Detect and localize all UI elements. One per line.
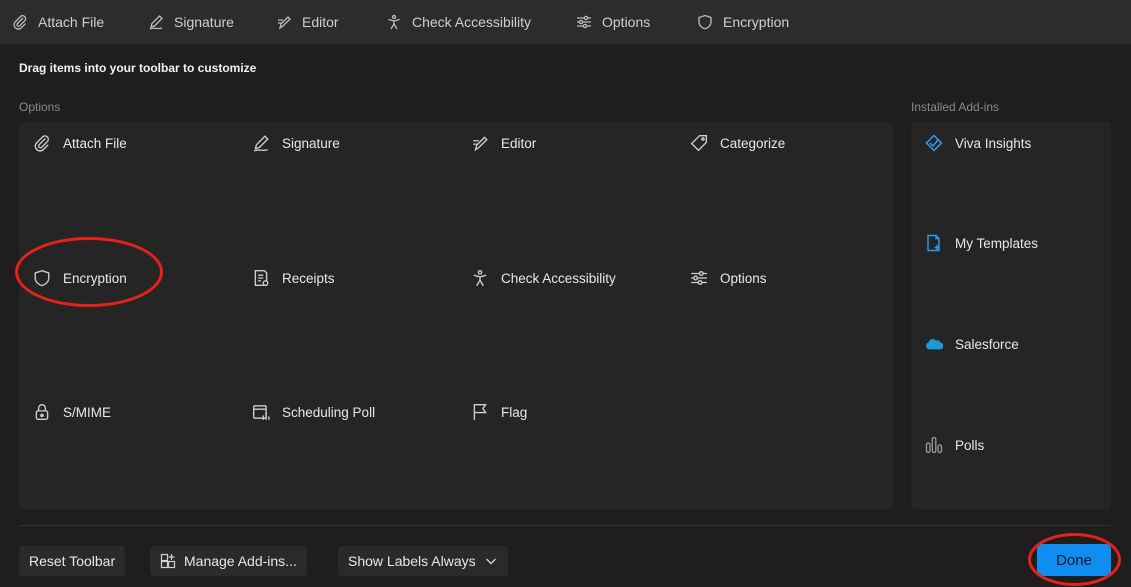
addins-heading: Installed Add-ins <box>911 100 1000 114</box>
option-label: Signature <box>282 135 340 151</box>
lock-icon <box>35 404 49 420</box>
paperclip-icon <box>34 135 49 152</box>
option-smime[interactable]: S/MIME <box>33 403 111 421</box>
chevron-down-icon <box>485 558 496 565</box>
option-label: Encryption <box>63 270 127 286</box>
addin-label: Viva Insights <box>955 135 1032 151</box>
option-signature[interactable]: Signature <box>252 134 340 152</box>
editor-icon <box>473 136 488 152</box>
option-label: Receipts <box>282 270 335 286</box>
done-button[interactable]: Done <box>1037 544 1111 576</box>
pen-icon <box>149 15 163 30</box>
options-heading: Options <box>19 100 61 114</box>
toolbar-check-accessibility[interactable]: Check Accessibility <box>386 0 531 44</box>
toolbar-item-label: Attach File <box>38 14 105 30</box>
option-label: Check Accessibility <box>501 270 616 286</box>
addin-polls[interactable]: Polls <box>925 436 984 454</box>
editor-icon <box>278 16 291 30</box>
option-label: Options <box>720 270 767 286</box>
toolbar-item-label: Options <box>602 14 651 30</box>
option-label: Flag <box>501 404 528 420</box>
toolbar: Attach File Signature Editor Check Acces… <box>0 0 1131 44</box>
sliders-icon <box>577 15 591 29</box>
flag-icon <box>473 404 487 420</box>
option-label: Scheduling Poll <box>282 404 376 420</box>
addins-grid-icon <box>160 553 176 569</box>
toolbar-item-label: Signature <box>174 14 234 30</box>
shield-icon <box>698 14 712 30</box>
pen-icon <box>253 135 269 152</box>
addin-label: My Templates <box>955 235 1039 251</box>
toolbar-signature[interactable]: Signature <box>148 0 234 44</box>
shield-icon <box>34 269 50 287</box>
sliders-icon <box>691 271 707 285</box>
polls-icon <box>925 436 943 454</box>
option-flag[interactable]: Flag <box>471 403 527 421</box>
done-label: Done <box>1056 551 1092 569</box>
show-labels-value: Show Labels Always <box>348 553 476 569</box>
toolbar-options[interactable]: Options <box>576 0 650 44</box>
option-encryption[interactable]: Encryption <box>33 269 127 287</box>
option-scheduling-poll[interactable]: Scheduling Poll <box>252 403 375 421</box>
option-editor[interactable]: Editor <box>471 134 536 152</box>
tag-icon <box>690 135 707 152</box>
receipt-icon <box>254 270 269 286</box>
calendar-poll-icon <box>253 405 270 420</box>
toolbar-item-label: Editor <box>302 14 339 30</box>
option-check-accessibility[interactable]: Check Accessibility <box>471 269 616 287</box>
templates-icon <box>927 234 940 252</box>
viva-insights-icon <box>925 134 943 152</box>
salesforce-cloud-icon <box>926 339 943 350</box>
options-panel <box>19 122 893 509</box>
paperclip-icon <box>13 15 27 30</box>
customize-hint: Drag items into your toolbar to customiz… <box>19 61 257 75</box>
option-categorize[interactable]: Categorize <box>690 134 785 152</box>
toolbar-attach-file[interactable]: Attach File <box>12 0 104 44</box>
manage-addins-button[interactable]: Manage Add-ins... <box>150 546 307 576</box>
option-options[interactable]: Options <box>690 269 767 287</box>
option-label: Attach File <box>63 135 127 151</box>
reset-toolbar-label: Reset Toolbar <box>29 553 116 569</box>
addin-viva-insights[interactable]: Viva Insights <box>925 134 1031 152</box>
toolbar-encryption[interactable]: Encryption <box>697 0 789 44</box>
manage-addins-label: Manage Add-ins... <box>184 553 297 569</box>
option-label: Editor <box>501 135 537 151</box>
addin-label: Salesforce <box>955 336 1019 352</box>
option-label: Categorize <box>720 135 786 151</box>
toolbar-editor[interactable]: Editor <box>276 0 339 44</box>
accessibility-icon <box>388 14 400 30</box>
option-attach-file[interactable]: Attach File <box>33 134 127 152</box>
addin-my-templates[interactable]: My Templates <box>925 234 1038 252</box>
toolbar-item-label: Check Accessibility <box>412 14 532 30</box>
option-label: S/MIME <box>63 404 112 420</box>
addin-salesforce[interactable]: Salesforce <box>925 335 1019 353</box>
toolbar-item-label: Encryption <box>723 14 790 30</box>
show-labels-dropdown[interactable]: Show Labels Always <box>338 546 508 576</box>
accessibility-icon <box>473 270 487 287</box>
reset-toolbar-button[interactable]: Reset Toolbar <box>19 546 126 576</box>
footer-divider <box>19 525 1111 526</box>
option-receipts[interactable]: Receipts <box>252 269 335 287</box>
addin-label: Polls <box>955 437 985 453</box>
